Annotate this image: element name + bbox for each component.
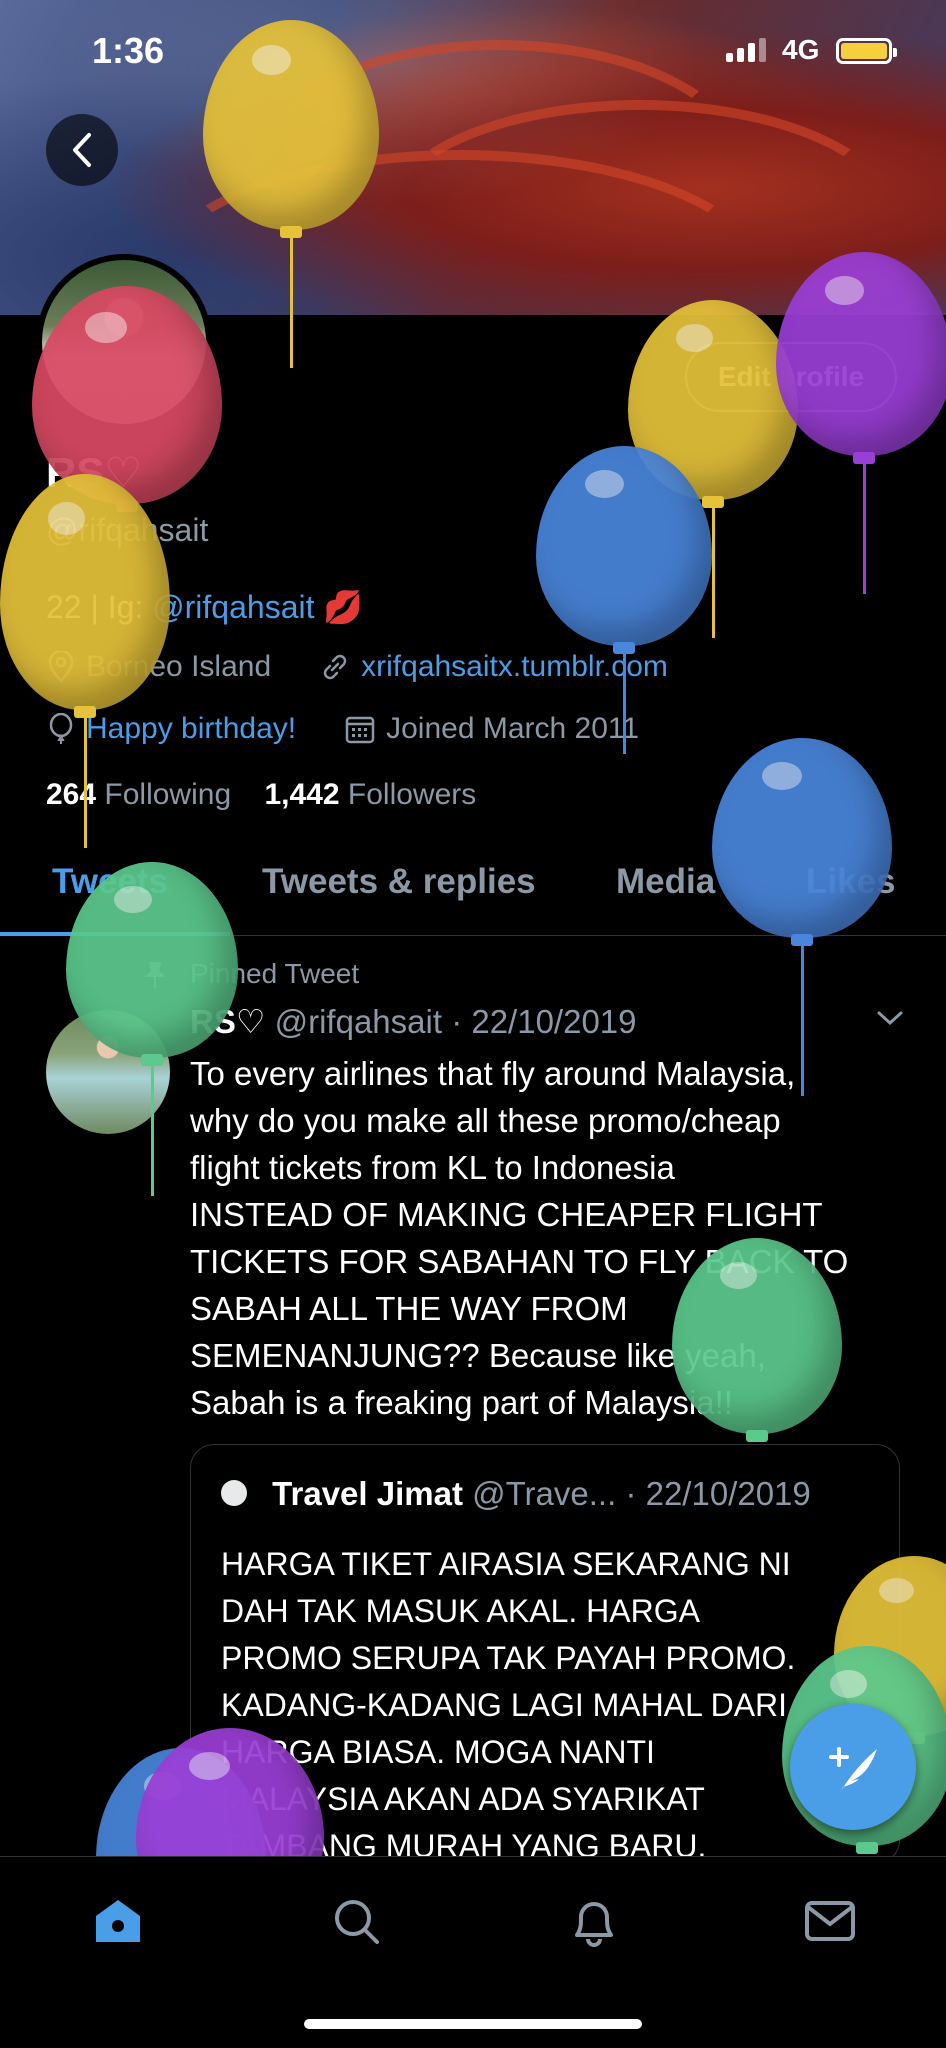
pinned-label: Pinned Tweet <box>190 958 360 989</box>
tab-tweets[interactable]: Tweets <box>52 862 168 902</box>
status-bar: 1:36 4G <box>0 0 946 100</box>
tweet-author-name[interactable]: RS♡ <box>190 1003 265 1040</box>
profile-meta-row: Borneo Island xrifqahsaitx.tumblr.com <box>46 650 668 684</box>
location-icon <box>48 651 74 683</box>
profile-avatar[interactable] <box>36 254 212 430</box>
chevron-left-icon <box>73 133 91 167</box>
battery-icon <box>836 38 897 64</box>
mail-icon <box>805 1901 855 1941</box>
quoted-tweet-header: Travel Jimat @Trave... · 22/10/2019 <box>221 1475 811 1513</box>
tab-likes[interactable]: Likes <box>806 862 896 902</box>
edit-profile-button[interactable]: Edit profile <box>685 342 897 412</box>
followers-label: Followers <box>347 778 477 811</box>
search-icon <box>335 1900 379 1944</box>
status-time: 1:36 <box>92 30 165 71</box>
tweet-text: To every airlines that fly around Malays… <box>190 1055 849 1421</box>
back-button[interactable] <box>46 114 118 186</box>
profile-meta-row-2: Happy birthday! Joined March 2011 <box>46 712 639 746</box>
quoted-avatar <box>221 1480 247 1507</box>
tweet-header: RS♡ @rifqahsait · 22/10/2019 <box>190 1002 637 1041</box>
nav-messages[interactable] <box>800 1891 860 1951</box>
bio-instagram-link[interactable]: @rifqahsait <box>152 589 314 625</box>
compose-feather-icon <box>829 1747 877 1791</box>
link-icon <box>323 654 347 680</box>
nav-home[interactable] <box>88 1891 148 1951</box>
profile-tabs: Tweets Tweets & replies Media Likes <box>0 850 946 936</box>
active-tab-indicator <box>0 932 230 936</box>
nav-notifications[interactable] <box>564 1891 624 1951</box>
profile-joined: Joined March 2011 <box>386 712 640 745</box>
tweet-date: · 22/10/2019 <box>451 1003 637 1040</box>
bottom-navigation <box>0 1856 946 2048</box>
quoted-author-name: Travel Jimat <box>272 1475 463 1512</box>
tweet-avatar[interactable] <box>46 1010 170 1134</box>
pin-icon <box>144 962 166 988</box>
tab-tweets-replies[interactable]: Tweets & replies <box>262 862 536 902</box>
following-link[interactable]: 264 Following <box>46 778 231 811</box>
following-count: 264 <box>46 778 97 811</box>
bio-emoji: 💋 <box>323 589 364 625</box>
bell-icon <box>575 1902 613 1947</box>
bio-text: 22 | Ig: <box>46 589 153 625</box>
followers-count: 1,442 <box>264 778 340 811</box>
signal-icon <box>726 38 766 62</box>
quoted-tweet-text: HARGA TIKET AIRASIA SEKARANG NI DAH TAK … <box>221 1546 796 1864</box>
network-label: 4G <box>782 34 820 65</box>
chevron-down-icon[interactable] <box>876 1008 904 1028</box>
nav-search[interactable] <box>326 1891 386 1951</box>
home-icon <box>96 1900 140 1942</box>
profile-location: Borneo Island <box>86 650 272 683</box>
tweet-author-handle: @rifqahsait <box>274 1003 443 1040</box>
home-indicator <box>304 2019 642 2029</box>
profile-website-link[interactable]: xrifqahsaitx.tumblr.com <box>361 650 668 684</box>
quoted-date: · 22/10/2019 <box>625 1475 811 1512</box>
tab-media[interactable]: Media <box>616 862 715 902</box>
calendar-icon <box>345 716 375 744</box>
quoted-author-handle: @Trave... <box>472 1475 617 1512</box>
compose-tweet-button[interactable] <box>790 1704 916 1830</box>
balloon-icon <box>49 713 73 744</box>
profile-bio: 22 | Ig: @rifqahsait 💋 <box>46 588 363 626</box>
quoted-tweet[interactable]: Travel Jimat @Trave... · 22/10/2019 HARG… <box>190 1444 900 1864</box>
profile-name: RS♡ <box>46 449 142 496</box>
following-label: Following <box>104 778 232 811</box>
follow-stats: 264 Following 1,442 Followers <box>46 778 476 812</box>
birthday-link[interactable]: Happy birthday! <box>86 712 296 746</box>
profile-handle: @rifqahsait <box>46 512 209 548</box>
followers-link[interactable]: 1,442 Followers <box>264 778 476 811</box>
